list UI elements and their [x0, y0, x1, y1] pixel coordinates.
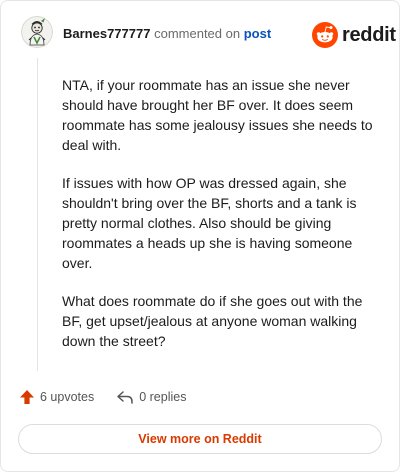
comment-body: NTA, if your roommate has an issue she n… — [62, 75, 382, 369]
post-link[interactable]: post — [244, 26, 271, 41]
brand-wordmark: reddit — [342, 24, 396, 46]
comment-card: Barnes777777 commented on post reddit NT… — [0, 0, 400, 472]
view-more-button[interactable]: View more on Reddit — [18, 424, 382, 454]
comment-footer: 6 upvotes 0 replies — [19, 389, 186, 405]
comment-header: Barnes777777 commented on post — [63, 26, 271, 42]
username-link[interactable]: Barnes777777 — [63, 26, 150, 41]
reddit-logo[interactable]: reddit — [312, 22, 396, 48]
comment-paragraph: If issues with how OP was dressed again,… — [62, 175, 357, 271]
thread-line — [37, 58, 38, 371]
avatar[interactable] — [21, 16, 53, 48]
reply-button[interactable]: 0 replies — [116, 389, 186, 405]
avatar-icon — [21, 16, 53, 48]
arrow-up-icon — [20, 390, 34, 404]
action-text: commented on — [154, 26, 241, 41]
reply-arrow-icon — [117, 391, 133, 404]
upvote-count: 6 upvotes — [40, 390, 95, 404]
reddit-snoo-icon — [312, 22, 338, 48]
comment-paragraph: What does roommate do if she goes out wi… — [62, 293, 363, 349]
upvote-button[interactable]: 6 upvotes — [19, 389, 94, 405]
comment-paragraph: NTA, if your roommate has an issue she n… — [62, 77, 373, 153]
reply-count: 0 replies — [139, 390, 187, 404]
